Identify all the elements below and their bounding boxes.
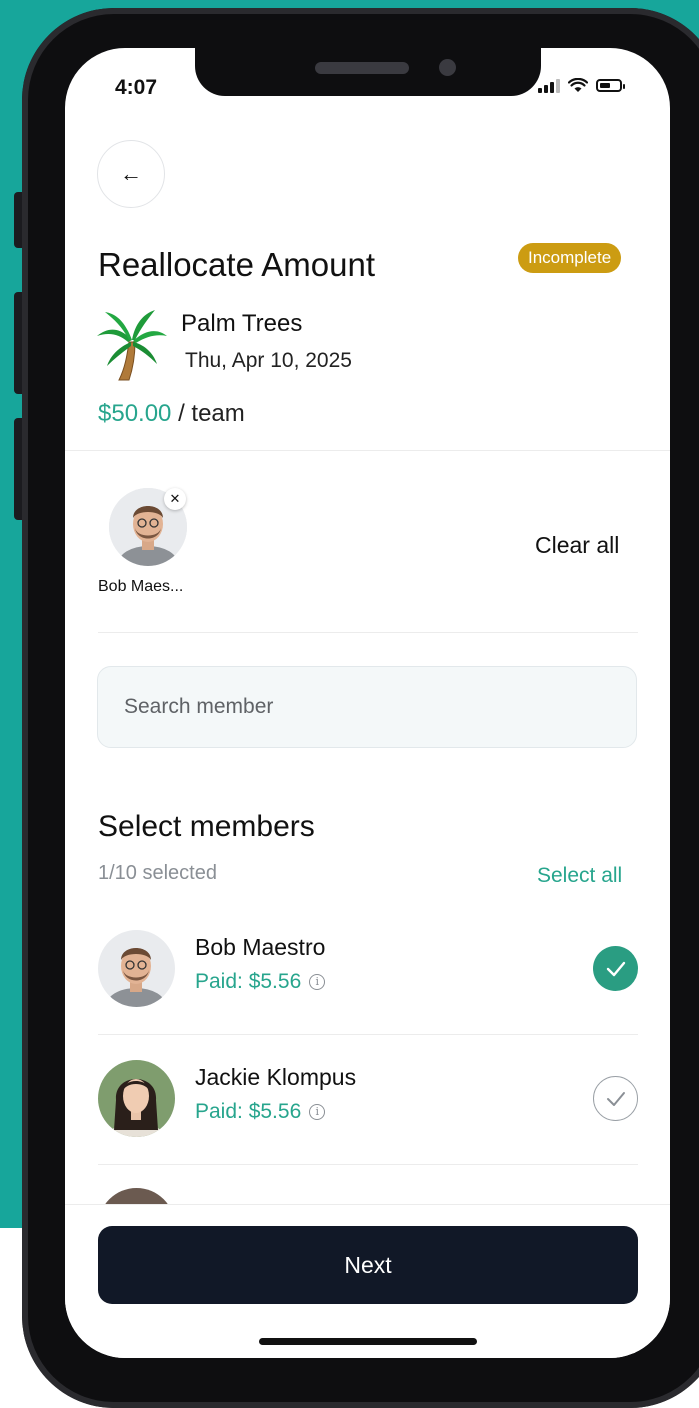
palm-tree-icon: [97, 310, 167, 381]
price-amount: $50.00: [98, 400, 172, 427]
member-name: Bob Maestro: [195, 934, 326, 960]
price-per-team: $50.00 / team: [98, 400, 245, 428]
member-row[interactable]: Bob Maestro Paid: $5.56 i: [98, 924, 638, 1014]
member-paid-amount: Paid: $5.56: [195, 1100, 302, 1123]
check-icon: [606, 961, 625, 976]
member-paid: Paid: $5.56 i: [195, 1100, 326, 1124]
front-camera: [439, 59, 456, 76]
search-input[interactable]: [97, 666, 637, 748]
next-button[interactable]: Next: [98, 1226, 638, 1304]
event-name: Palm Trees: [181, 310, 303, 337]
status-time: 4:07: [115, 76, 158, 99]
home-indicator: [259, 1338, 477, 1345]
divider: [98, 1034, 638, 1035]
speaker-grille: [315, 62, 409, 74]
event-date: Thu, Apr 10, 2025: [185, 349, 352, 372]
signal-icon: [538, 78, 560, 93]
divider: [98, 1164, 638, 1165]
page-title: Reallocate Amount: [98, 246, 376, 283]
member-checkbox[interactable]: [593, 946, 638, 991]
select-all-button[interactable]: Select all: [537, 864, 622, 888]
status-icons: [538, 78, 625, 93]
wifi-icon: [568, 78, 588, 92]
member-paid-amount: Paid: $5.56: [195, 970, 302, 993]
price-suffix: / team: [178, 400, 245, 427]
remove-chip-button[interactable]: ✕: [164, 488, 186, 510]
divider: [65, 450, 670, 451]
back-arrow-icon: ←: [120, 161, 142, 186]
battery-icon: [596, 79, 625, 92]
member-row[interactable]: Jackie Klompus Paid: $5.56 i: [98, 1054, 638, 1144]
notch: [195, 48, 541, 96]
selected-count: 1/10 selected: [98, 862, 217, 884]
member-name: Jackie Klompus: [195, 1064, 357, 1090]
back-button[interactable]: ←: [97, 140, 165, 208]
info-icon[interactable]: i: [309, 974, 326, 990]
avatar: [98, 1060, 175, 1137]
status-badge: Incomplete: [518, 243, 622, 273]
selected-chip-name: Bob Maes...: [98, 578, 184, 595]
divider: [98, 632, 638, 633]
section-title: Select members: [98, 810, 315, 843]
phone-screen: 4:07 ← Reallocate Amount Incomplete Palm…: [65, 48, 670, 1358]
member-checkbox[interactable]: [593, 1076, 638, 1121]
info-icon[interactable]: i: [309, 1104, 326, 1120]
clear-all-button[interactable]: Clear all: [535, 532, 619, 559]
avatar: [98, 930, 175, 1007]
member-paid: Paid: $5.56 i: [195, 970, 326, 994]
check-icon: [606, 1091, 625, 1106]
close-icon: ✕: [169, 491, 181, 506]
